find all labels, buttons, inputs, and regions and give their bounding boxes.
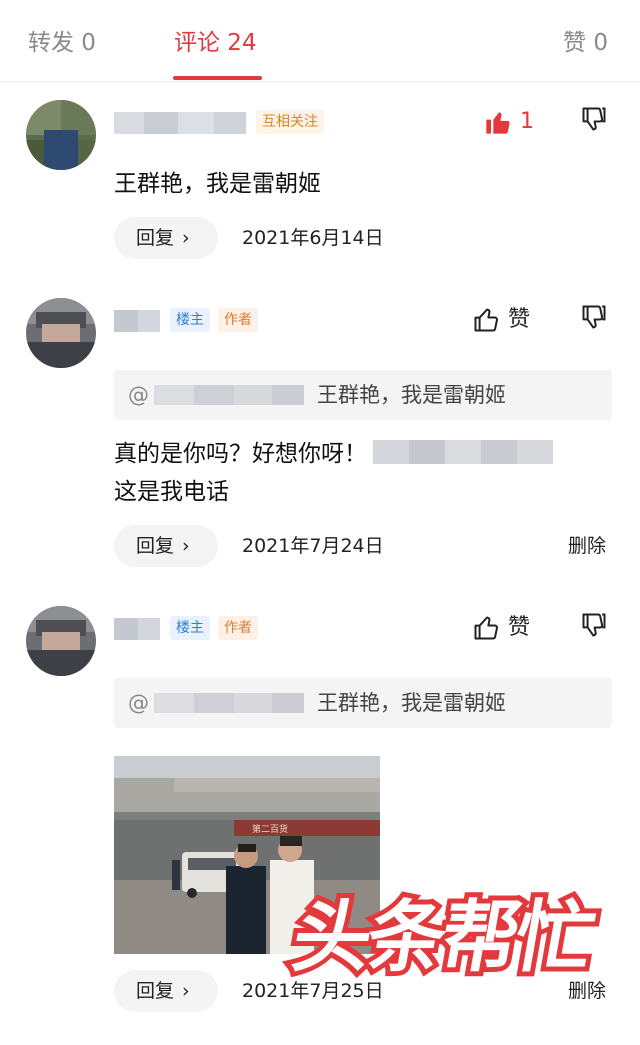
phone-number-blurred bbox=[373, 440, 553, 464]
quoted-text: 王群艳，我是雷朝姬 bbox=[317, 691, 506, 715]
reply-button[interactable]: 回复 › bbox=[114, 525, 218, 567]
tab-reposts[interactable]: 转发 0 bbox=[28, 28, 96, 58]
reply-button[interactable]: 回复 › bbox=[114, 970, 218, 1012]
thumb-down-icon bbox=[582, 305, 606, 329]
like-button[interactable]: 1 bbox=[484, 102, 534, 142]
comment-text-line-2: 这是我电话 bbox=[114, 479, 229, 505]
comment-item: 楼主 作者 赞 @ 王群艳，我是雷朝姬 真的是你吗？好想你呀！ 这是我电话 回复… bbox=[0, 298, 640, 578]
dislike-button[interactable] bbox=[580, 610, 608, 644]
reply-label: 回复 bbox=[136, 535, 175, 557]
like-button[interactable]: 赞 bbox=[472, 608, 530, 648]
mutual-follow-badge: 互相关注 bbox=[256, 110, 324, 134]
watermark-graphic: 头条帮忙 bbox=[281, 887, 605, 988]
chevron-right-icon: › bbox=[182, 227, 190, 249]
reply-button[interactable]: 回复 › bbox=[114, 217, 218, 259]
quote-at-symbol: @ bbox=[128, 383, 149, 407]
thumb-down-icon bbox=[582, 107, 606, 131]
dislike-button[interactable] bbox=[580, 302, 608, 336]
op-badge: 楼主 bbox=[170, 616, 210, 640]
comment-text: 王群艳，我是雷朝姬 bbox=[114, 171, 321, 197]
quote-at-symbol: @ bbox=[128, 691, 149, 715]
comment-date: 2021年6月14日 bbox=[242, 227, 384, 249]
avatar[interactable] bbox=[26, 606, 96, 676]
username-blurred[interactable] bbox=[114, 618, 160, 640]
tab-comments[interactable]: 评论 24 bbox=[174, 28, 257, 58]
thumb-up-outline-icon bbox=[474, 616, 498, 640]
reply-label: 回复 bbox=[136, 227, 175, 249]
chevron-right-icon: › bbox=[182, 535, 190, 557]
like-button[interactable]: 赞 bbox=[472, 300, 530, 340]
quoted-username-blurred[interactable] bbox=[154, 385, 304, 405]
quoted-text: 王群艳，我是雷朝姬 bbox=[317, 383, 506, 407]
username-blurred[interactable] bbox=[114, 112, 246, 134]
op-badge: 楼主 bbox=[170, 308, 210, 332]
thumb-up-filled-icon bbox=[486, 112, 510, 134]
reply-label: 回复 bbox=[136, 980, 175, 1002]
username-blurred[interactable] bbox=[114, 310, 160, 332]
thumb-down-icon bbox=[582, 613, 606, 637]
comment-text-line-1: 真的是你吗？好想你呀！ bbox=[114, 436, 553, 472]
photo-banner-text: 第二百货 bbox=[252, 823, 288, 835]
comment-tabs: 转发 0 评论 24 赞 0 bbox=[0, 0, 640, 82]
dislike-button[interactable] bbox=[580, 104, 608, 138]
avatar[interactable] bbox=[26, 298, 96, 368]
comment-text: 真的是你吗？好想你呀！ bbox=[114, 441, 367, 467]
avatar[interactable] bbox=[26, 100, 96, 170]
like-count: 1 bbox=[520, 109, 534, 134]
comment-item: 互相关注 1 王群艳，我是雷朝姬 回复 › 2021年6月14日 bbox=[0, 100, 640, 270]
author-badge: 作者 bbox=[218, 616, 258, 640]
toutiao-help-watermark-logo: 头条帮忙 bbox=[281, 880, 634, 988]
delete-button[interactable]: 删除 bbox=[568, 525, 606, 567]
thumb-up-outline-icon bbox=[474, 308, 498, 332]
chevron-right-icon: › bbox=[182, 980, 190, 1002]
quoted-comment: @ 王群艳，我是雷朝姬 bbox=[114, 370, 612, 420]
author-badge: 作者 bbox=[218, 308, 258, 332]
watermark-text: 头条帮忙 bbox=[286, 892, 600, 983]
active-tab-indicator bbox=[173, 76, 262, 80]
like-label: 赞 bbox=[508, 307, 531, 332]
quoted-username-blurred[interactable] bbox=[154, 693, 304, 713]
tab-likes[interactable]: 赞 0 bbox=[563, 28, 608, 58]
like-label: 赞 bbox=[508, 615, 531, 640]
quoted-comment: @ 王群艳，我是雷朝姬 bbox=[114, 678, 612, 728]
comment-date: 2021年7月24日 bbox=[242, 535, 384, 557]
